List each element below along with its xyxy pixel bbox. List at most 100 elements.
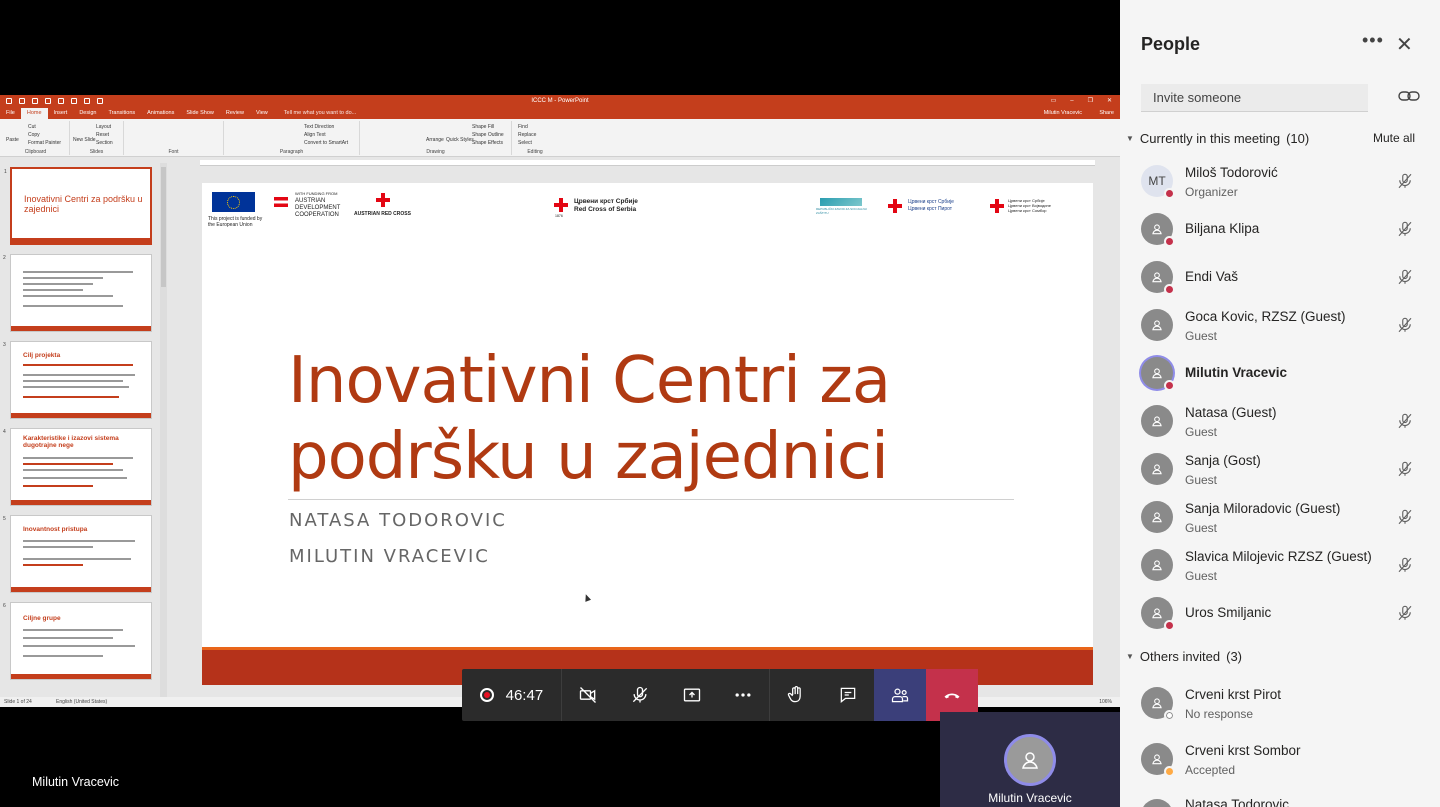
tab-animations: Animations: [147, 110, 175, 116]
ppt-title-bar: ICCC M - PowerPoint ▭ – ❐ ✕: [0, 95, 1120, 108]
others-count: (3): [1226, 649, 1243, 664]
person-icon: [1022, 752, 1038, 769]
raise-hand-button[interactable]: [770, 669, 822, 721]
people-panel: People ••• ✕ ▼ Currently in this meeting…: [1120, 0, 1440, 807]
busy-status-icon: [1164, 284, 1175, 295]
participant-name: Sanja Miloradovic (Guest): [1185, 501, 1341, 516]
slides-label: Slides: [89, 149, 104, 155]
red-cross-logo: [990, 199, 1004, 213]
replace-button: Replace: [518, 132, 537, 138]
slide-logo-strip: This project is funded by the European U…: [202, 183, 1093, 233]
avatar: [1141, 213, 1175, 247]
person-icon: [1152, 224, 1162, 235]
participant-row[interactable]: Milutin Vracevic: [1120, 349, 1440, 397]
self-video-tile[interactable]: Milutin Vracevic: [940, 712, 1120, 807]
participant-role: Guest: [1185, 569, 1218, 583]
avatar-initials: MT: [1148, 174, 1166, 188]
thumbnail-text-line: [23, 485, 93, 487]
participant-row[interactable]: Sanja Miloradovic (Guest) Guest: [1120, 493, 1440, 541]
language-indicator: English (United States): [56, 699, 108, 705]
reset-button: Reset: [96, 132, 110, 138]
avatar: [1141, 597, 1175, 631]
share-link-icon[interactable]: [1398, 88, 1420, 104]
mic-off-icon: [1398, 509, 1412, 525]
invited-row[interactable]: Crveni krst Sombor Accepted: [1120, 735, 1440, 783]
participant-row[interactable]: MT Miloš Todorović Organizer: [1120, 157, 1440, 205]
no-response-status-icon: [1164, 710, 1175, 721]
mic-toggle-button[interactable]: [614, 669, 666, 721]
tab-insert: Insert: [53, 110, 68, 116]
avatar: MT: [1141, 165, 1175, 199]
person-icon: [1152, 608, 1162, 619]
clipboard-group: Paste Cut Copy Format Painter Clipboard: [2, 121, 70, 155]
slide-thumbnail: 1 Inovativni Centri za podršku u zajedni…: [4, 167, 152, 245]
participants-button[interactable]: [874, 669, 927, 721]
ppt-ribbon: Paste Cut Copy Format Painter Clipboard …: [0, 119, 1120, 157]
arrange-button: Arrange: [426, 137, 444, 143]
drawing-label: Drawing: [426, 149, 445, 155]
participant-role: Guest: [1185, 425, 1218, 439]
avatar: [1141, 261, 1175, 295]
thumbnail-text-line: [23, 396, 119, 398]
slide-author-2: MILUTIN VRACEVIC: [289, 546, 490, 567]
scrollbar-thumb: [161, 167, 166, 287]
participant-role: Guest: [1185, 473, 1218, 487]
participant-row[interactable]: Endi Vaš: [1120, 253, 1440, 301]
thumbnail-text-line: [23, 540, 135, 542]
participant-row[interactable]: Slavica Milojevic RZSZ (Guest) Guest: [1120, 541, 1440, 589]
more-actions-button[interactable]: [718, 669, 770, 721]
tell-me-box: Tell me what you want to do...: [283, 110, 357, 116]
avatar: [1141, 309, 1173, 341]
mic-off-icon: [1398, 461, 1412, 477]
thumbnail-text-line: [23, 283, 93, 285]
participant-row[interactable]: Biljana Klipa: [1120, 205, 1440, 253]
accepted-status-icon: [1164, 766, 1175, 777]
self-avatar: [1004, 734, 1056, 786]
thumbnail-scrollbar: [160, 163, 167, 697]
ada-small-caption: WITH FUNDING FROM: [295, 191, 338, 196]
share-screen-button[interactable]: [666, 669, 718, 721]
others-label: Others invited: [1139, 649, 1221, 664]
quick-styles-button: Quick Styles: [446, 137, 474, 143]
others-invited-header[interactable]: ▼ Others invited (3): [1126, 649, 1242, 664]
more-icon: [735, 693, 751, 697]
invited-row[interactable]: Natasa Todorovic: [1120, 791, 1440, 807]
panel-close-button[interactable]: ✕: [1396, 32, 1413, 57]
thumbnail-footer-bar: [11, 413, 151, 418]
currently-in-meeting-header[interactable]: ▼ Currently in this meeting (10): [1126, 131, 1309, 146]
copy-button: Copy: [28, 132, 40, 138]
mic-off-icon: [632, 686, 647, 703]
person-icon: [1152, 560, 1162, 571]
camera-toggle-button[interactable]: [562, 669, 614, 721]
invited-row[interactable]: Crveni krst Pirot No response: [1120, 679, 1440, 727]
thumbnail-text-line: [23, 374, 135, 376]
thumbnail-footer-bar: [12, 238, 150, 243]
tab-design: Design: [79, 110, 97, 116]
participant-row[interactable]: Sanja (Gost) Guest: [1120, 445, 1440, 493]
thumbnail-text-line: [23, 457, 133, 459]
ppt-window-buttons: ▭ – ❐ ✕: [1051, 95, 1112, 108]
meeting-control-bar: 46:47: [462, 669, 979, 721]
slides-group: New Slide Layout Reset Section Slides: [70, 121, 124, 155]
participant-row[interactable]: Uros Smiljanic: [1120, 589, 1440, 637]
person-icon: [1152, 698, 1162, 709]
new-slide-button: New Slide: [73, 137, 96, 143]
text-direction-button: Text Direction: [304, 124, 335, 130]
invite-someone-input[interactable]: [1141, 84, 1368, 112]
mic-off-icon: [1398, 269, 1412, 285]
slide-thumbnail: 5 Inovantnost pristupa: [3, 515, 152, 593]
busy-status-icon: [1164, 236, 1175, 247]
busy-status-icon: [1164, 620, 1175, 631]
close-icon: ✕: [1106, 98, 1112, 104]
thumbnail-text-line: [23, 463, 113, 465]
panel-more-button[interactable]: •••: [1362, 30, 1384, 51]
person-icon: [1152, 512, 1162, 523]
chat-button[interactable]: [822, 669, 874, 721]
participant-row[interactable]: Goca Kovic, RZSZ (Guest) Guest: [1120, 301, 1440, 349]
mute-all-button[interactable]: Mute all: [1373, 131, 1415, 145]
participant-row[interactable]: Natasa (Guest) Guest: [1120, 397, 1440, 445]
participants-icon: [892, 688, 909, 703]
main-slide: This project is funded by the European U…: [202, 183, 1093, 685]
thumbnail-footer-bar: [11, 500, 151, 505]
meeting-timer: 46:47: [505, 686, 544, 704]
